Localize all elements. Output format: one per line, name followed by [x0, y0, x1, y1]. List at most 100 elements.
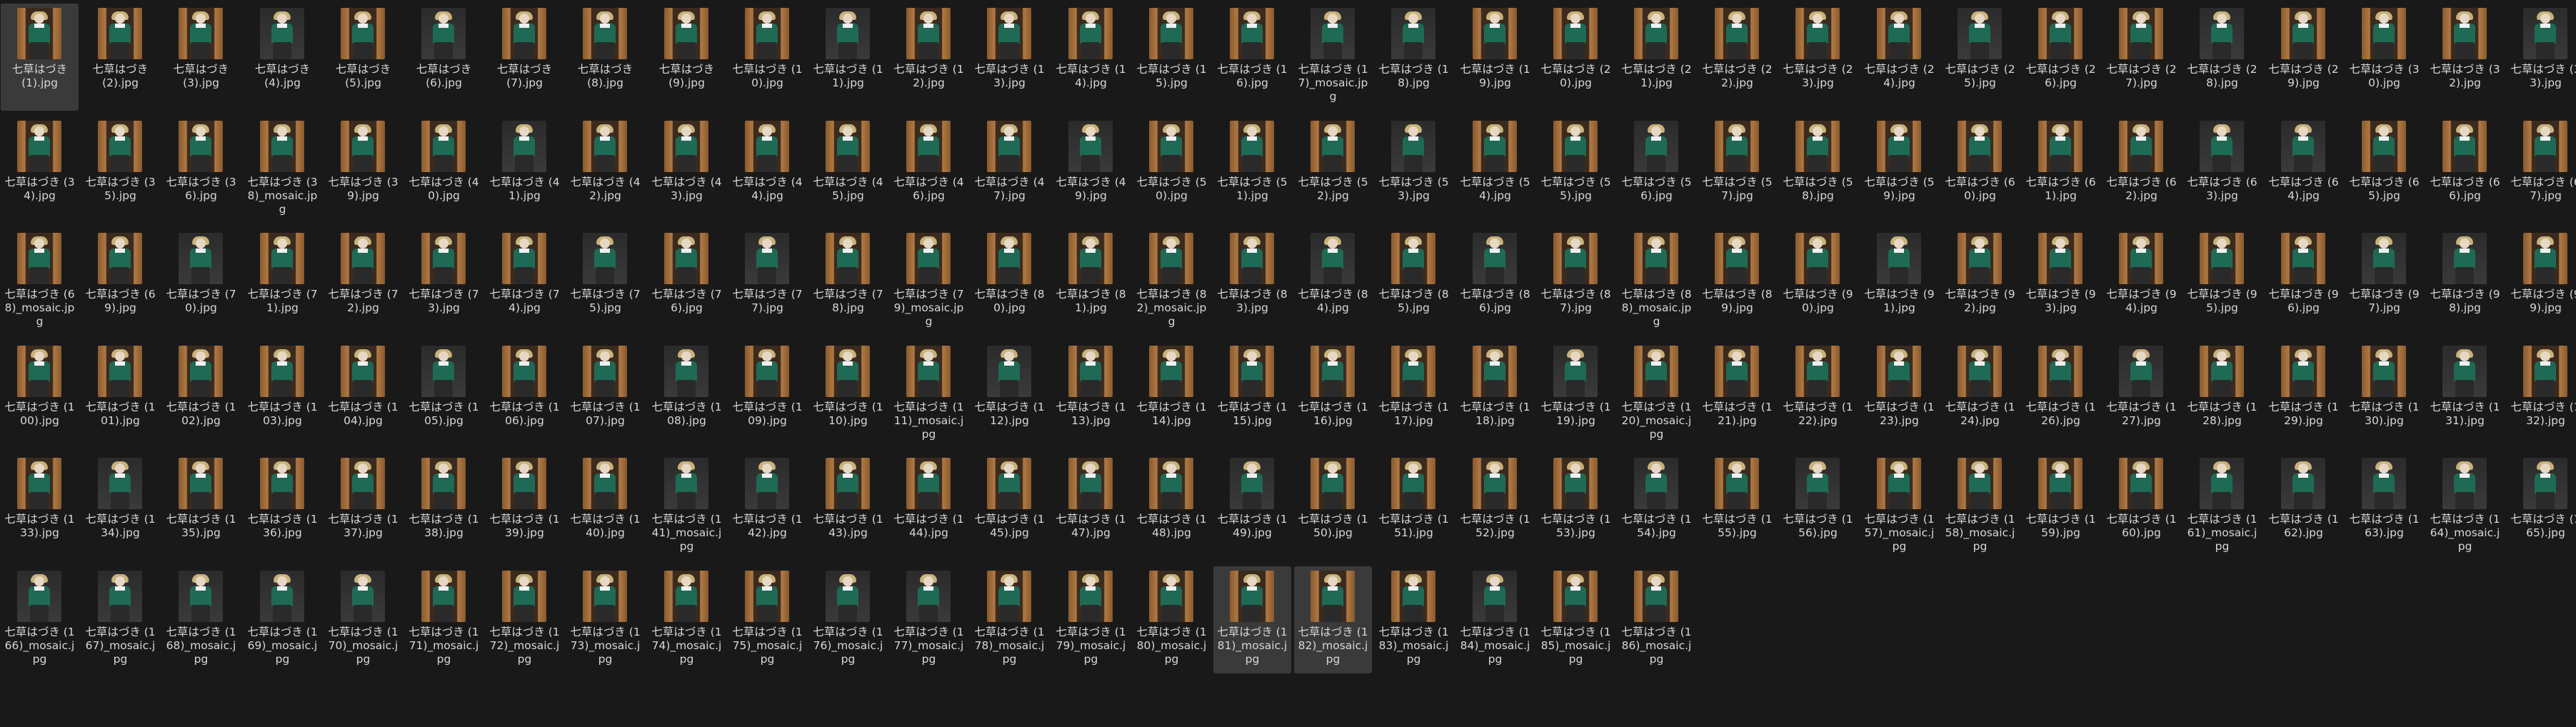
file-item[interactable]: 七草はづき (91).jpg — [1860, 229, 1938, 336]
file-item[interactable]: 七草はづき (155).jpg — [1698, 453, 1776, 561]
file-item[interactable]: 七草はづき (5).jpg — [324, 4, 402, 111]
file-item[interactable]: 七草はづき (157)_mosaic.jpg — [1860, 453, 1938, 561]
file-item[interactable]: 七草はづき (173)_mosaic.jpg — [566, 566, 644, 673]
file-item[interactable]: 七草はづき (172)_mosaic.jpg — [486, 566, 563, 673]
file-item[interactable]: 七草はづき (154).jpg — [1618, 453, 1695, 561]
file-item[interactable]: 七草はづき (134).jpg — [81, 453, 159, 561]
file-item[interactable]: 七草はづき (170)_mosaic.jpg — [324, 566, 402, 673]
file-item[interactable]: 七草はづき (158)_mosaic.jpg — [1941, 453, 2019, 561]
file-item[interactable]: 七草はづき (28).jpg — [2183, 4, 2261, 111]
file-item[interactable]: 七草はづき (116).jpg — [1294, 341, 1372, 448]
file-item[interactable]: 七草はづき (52).jpg — [1294, 116, 1372, 224]
file-item[interactable]: 七草はづき (87).jpg — [1537, 229, 1615, 336]
file-item[interactable]: 七草はづき (51).jpg — [1213, 116, 1291, 224]
file-item[interactable]: 七草はづき (7).jpg — [486, 4, 563, 111]
file-item[interactable]: 七草はづき (53).jpg — [1375, 116, 1453, 224]
file-item[interactable]: 七草はづき (80).jpg — [971, 229, 1048, 336]
file-item[interactable]: 七草はづき (171)_mosaic.jpg — [405, 566, 483, 673]
file-item[interactable]: 七草はづき (179)_mosaic.jpg — [1052, 566, 1130, 673]
file-item[interactable]: 七草はづき (83).jpg — [1213, 229, 1291, 336]
file-item[interactable]: 七草はづき (128).jpg — [2183, 341, 2261, 448]
file-item[interactable]: 七草はづき (150).jpg — [1294, 453, 1372, 561]
file-item[interactable]: 七草はづき (36).jpg — [162, 116, 240, 224]
file-item[interactable]: 七草はづき (132).jpg — [2507, 341, 2576, 448]
file-item[interactable]: 七草はづき (137).jpg — [324, 453, 402, 561]
file-item[interactable]: 七草はづき (166)_mosaic.jpg — [1, 566, 79, 673]
file-item[interactable]: 七草はづき (120)_mosaic.jpg — [1618, 341, 1695, 448]
file-item[interactable]: 七草はづき (22).jpg — [1698, 4, 1776, 111]
file-item[interactable]: 七草はづき (89).jpg — [1698, 229, 1776, 336]
file-item[interactable]: 七草はづき (112).jpg — [971, 341, 1048, 448]
file-item[interactable]: 七草はづき (86).jpg — [1456, 229, 1534, 336]
file-item[interactable]: 七草はづき (71).jpg — [244, 229, 321, 336]
file-item[interactable]: 七草はづき (111)_mosaic.jpg — [890, 341, 968, 448]
file-item[interactable]: 七草はづき (82)_mosaic.jpg — [1133, 229, 1211, 336]
file-item[interactable]: 七草はづき (29).jpg — [2265, 4, 2342, 111]
file-item[interactable]: 七草はづき (105).jpg — [405, 341, 483, 448]
file-item[interactable]: 七草はづき (168)_mosaic.jpg — [162, 566, 240, 673]
file-item[interactable]: 七草はづき (180)_mosaic.jpg — [1133, 566, 1211, 673]
file-item[interactable]: 七草はづき (107).jpg — [566, 341, 644, 448]
file-item[interactable]: 七草はづき (45).jpg — [809, 116, 887, 224]
file-item[interactable]: 七草はづき (122).jpg — [1779, 341, 1857, 448]
file-item[interactable]: 七草はづき (38)_mosaic.jpg — [244, 116, 321, 224]
file-item[interactable]: 七草はづき (88)_mosaic.jpg — [1618, 229, 1695, 336]
file-item[interactable]: 七草はづき (148).jpg — [1133, 453, 1211, 561]
file-item[interactable]: 七草はづき (131).jpg — [2426, 341, 2504, 448]
file-item[interactable]: 七草はづき (115).jpg — [1213, 341, 1291, 448]
file-item[interactable]: 七草はづき (69).jpg — [81, 229, 159, 336]
file-item[interactable]: 七草はづき (4).jpg — [244, 4, 321, 111]
file-item[interactable]: 七草はづき (60).jpg — [1941, 116, 2019, 224]
file-item[interactable]: 七草はづき (13).jpg — [971, 4, 1048, 111]
file-item[interactable]: 七草はづき (25).jpg — [1941, 4, 2019, 111]
file-item[interactable]: 七草はづき (167)_mosaic.jpg — [81, 566, 159, 673]
file-item[interactable]: 七草はづき (73).jpg — [405, 229, 483, 336]
file-item[interactable]: 七草はづき (161)_mosaic.jpg — [2183, 453, 2261, 561]
file-item[interactable]: 七草はづき (30).jpg — [2345, 4, 2423, 111]
file-item[interactable]: 七草はづき (182)_mosaic.jpg — [1294, 566, 1372, 673]
file-item[interactable]: 七草はづき (162).jpg — [2265, 453, 2342, 561]
file-item[interactable]: 七草はづき (153).jpg — [1537, 453, 1615, 561]
file-item[interactable]: 七草はづき (15).jpg — [1133, 4, 1211, 111]
file-item[interactable]: 七草はづき (63).jpg — [2183, 116, 2261, 224]
file-item[interactable]: 七草はづき (124).jpg — [1941, 341, 2019, 448]
file-item[interactable]: 七草はづき (141)_mosaic.jpg — [648, 453, 726, 561]
file-item[interactable]: 七草はづき (67).jpg — [2507, 116, 2576, 224]
file-item[interactable]: 七草はづき (175)_mosaic.jpg — [728, 566, 806, 673]
file-item[interactable]: 七草はづき (21).jpg — [1618, 4, 1695, 111]
file-item[interactable]: 七草はづき (16).jpg — [1213, 4, 1291, 111]
file-item[interactable]: 七草はづき (121).jpg — [1698, 341, 1776, 448]
file-item[interactable]: 七草はづき (74).jpg — [486, 229, 563, 336]
file-item[interactable]: 七草はづき (50).jpg — [1133, 116, 1211, 224]
file-item[interactable]: 七草はづき (2).jpg — [81, 4, 159, 111]
file-item[interactable]: 七草はづき (84).jpg — [1294, 229, 1372, 336]
file-item[interactable]: 七草はづき (186)_mosaic.jpg — [1618, 566, 1695, 673]
file-item[interactable]: 七草はづき (151).jpg — [1375, 453, 1453, 561]
file-item[interactable]: 七草はづき (142).jpg — [728, 453, 806, 561]
file-item[interactable]: 七草はづき (43).jpg — [648, 116, 726, 224]
file-item[interactable]: 七草はづき (26).jpg — [2022, 4, 2100, 111]
file-item[interactable]: 七草はづき (102).jpg — [162, 341, 240, 448]
file-item[interactable]: 七草はづき (130).jpg — [2345, 341, 2423, 448]
file-item[interactable]: 七草はづき (49).jpg — [1052, 116, 1130, 224]
file-item[interactable]: 七草はづき (42).jpg — [566, 116, 644, 224]
file-item[interactable]: 七草はづき (72).jpg — [324, 229, 402, 336]
file-item[interactable]: 七草はづき (97).jpg — [2345, 229, 2423, 336]
file-item[interactable]: 七草はづき (169)_mosaic.jpg — [244, 566, 321, 673]
file-item[interactable]: 七草はづき (100).jpg — [1, 341, 79, 448]
file-item[interactable]: 七草はづき (24).jpg — [1860, 4, 1938, 111]
file-item[interactable]: 七草はづき (12).jpg — [890, 4, 968, 111]
file-item[interactable]: 七草はづき (113).jpg — [1052, 341, 1130, 448]
file-item[interactable]: 七草はづき (46).jpg — [890, 116, 968, 224]
file-item[interactable]: 七草はづき (106).jpg — [486, 341, 563, 448]
file-item[interactable]: 七草はづき (20).jpg — [1537, 4, 1615, 111]
file-item[interactable]: 七草はづき (41).jpg — [486, 116, 563, 224]
file-item[interactable]: 七草はづき (59).jpg — [1860, 116, 1938, 224]
file-item[interactable]: 七草はづき (95).jpg — [2183, 229, 2261, 336]
file-item[interactable]: 七草はづき (79)_mosaic.jpg — [890, 229, 968, 336]
file-item[interactable]: 七草はづき (135).jpg — [162, 453, 240, 561]
file-item[interactable]: 七草はづき (178)_mosaic.jpg — [971, 566, 1048, 673]
file-item[interactable]: 七草はづき (47).jpg — [971, 116, 1048, 224]
file-item[interactable]: 七草はづき (138).jpg — [405, 453, 483, 561]
file-item[interactable]: 七草はづき (147).jpg — [1052, 453, 1130, 561]
